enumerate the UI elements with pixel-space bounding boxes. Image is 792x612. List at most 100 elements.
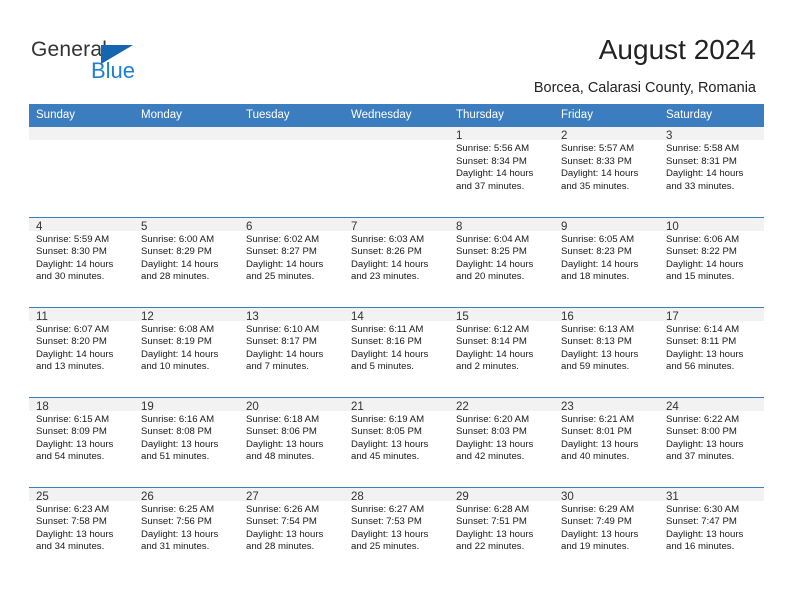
calendar-day-cell[interactable]: 27 Sunrise: 6:26 AM Sunset: 7:54 PM Dayligh… bbox=[239, 486, 344, 577]
daylight-duration-line2: and 2 minutes. bbox=[456, 361, 519, 373]
sunrise-time: Sunrise: 6:06 AM bbox=[666, 233, 740, 245]
calendar-day-cell[interactable]: 13 Sunrise: 6:10 AM Sunset: 8:17 PM Dayligh… bbox=[239, 306, 344, 397]
day-details: Sunrise: 6:26 AM Sunset: 7:54 PM Daylight:… bbox=[239, 501, 344, 554]
daylight-duration-line2: and 37 minutes. bbox=[456, 180, 525, 192]
daylight-duration-line1: Daylight: 14 hours bbox=[561, 258, 639, 270]
day-number: 8 bbox=[449, 217, 554, 233]
day-number bbox=[29, 127, 134, 140]
daylight-duration-line1: Daylight: 13 hours bbox=[141, 438, 219, 450]
day-number: 28 bbox=[344, 487, 449, 503]
sunset-time: Sunset: 7:58 PM bbox=[36, 516, 107, 528]
daylight-duration-line2: and 34 minutes. bbox=[36, 541, 105, 553]
daylight-duration-line2: and 31 minutes. bbox=[141, 541, 210, 553]
day-number: 30 bbox=[554, 487, 659, 503]
calendar-day-cell[interactable]: 12 Sunrise: 6:08 AM Sunset: 8:19 PM Dayligh… bbox=[134, 306, 239, 397]
sunrise-time: Sunrise: 6:11 AM bbox=[351, 323, 424, 335]
day-details: Sunrise: 6:21 AM Sunset: 8:01 PM Daylight:… bbox=[554, 411, 659, 464]
daylight-duration-line1: Daylight: 14 hours bbox=[246, 348, 324, 360]
daylight-duration-line2: and 28 minutes. bbox=[246, 541, 315, 553]
daylight-duration-line1: Daylight: 13 hours bbox=[561, 438, 639, 450]
daylight-duration-line1: Daylight: 13 hours bbox=[141, 528, 219, 540]
logo-text-blue: Blue bbox=[91, 58, 136, 83]
calendar-day-cell[interactable]: 21 Sunrise: 6:19 AM Sunset: 8:05 PM Dayligh… bbox=[344, 396, 449, 487]
day-number: 12 bbox=[134, 307, 239, 323]
day-number: 6 bbox=[239, 217, 344, 233]
calendar-day-cell[interactable]: 4 Sunrise: 5:59 AM Sunset: 8:30 PM Daylight… bbox=[29, 216, 134, 307]
day-details: Sunrise: 5:57 AM Sunset: 8:33 PM Daylight:… bbox=[554, 140, 659, 193]
daylight-duration-line1: Daylight: 13 hours bbox=[456, 438, 534, 450]
daylight-duration-line2: and 20 minutes. bbox=[456, 271, 525, 283]
calendar-day-cell-empty bbox=[239, 127, 344, 217]
calendar-day-cell-empty bbox=[134, 127, 239, 217]
sunset-time: Sunset: 7:53 PM bbox=[351, 516, 422, 528]
sunrise-time: Sunrise: 6:16 AM bbox=[141, 413, 215, 425]
daylight-duration-line1: Daylight: 14 hours bbox=[246, 258, 324, 270]
calendar-day-cell[interactable]: 10 Sunrise: 6:06 AM Sunset: 8:22 PM Dayligh… bbox=[659, 216, 764, 307]
day-details: Sunrise: 5:59 AM Sunset: 8:30 PM Daylight:… bbox=[29, 231, 134, 284]
daylight-duration-line2: and 54 minutes. bbox=[36, 451, 105, 463]
day-number: 31 bbox=[659, 487, 764, 503]
sunset-time: Sunset: 8:33 PM bbox=[561, 155, 632, 167]
sunset-time: Sunset: 8:14 PM bbox=[456, 336, 527, 348]
sunset-time: Sunset: 8:08 PM bbox=[141, 426, 212, 438]
calendar-day-cell[interactable]: 31 Sunrise: 6:30 AM Sunset: 7:47 PM Dayligh… bbox=[659, 486, 764, 577]
calendar-day-cell[interactable]: 16 Sunrise: 6:13 AM Sunset: 8:13 PM Dayligh… bbox=[554, 306, 659, 397]
daylight-duration-line1: Daylight: 13 hours bbox=[666, 438, 744, 450]
calendar-day-cell[interactable]: 25 Sunrise: 6:23 AM Sunset: 7:58 PM Dayligh… bbox=[29, 486, 134, 577]
daylight-duration-line2: and 45 minutes. bbox=[351, 451, 420, 463]
sunset-time: Sunset: 8:27 PM bbox=[246, 246, 317, 258]
calendar-day-cell[interactable]: 23 Sunrise: 6:21 AM Sunset: 8:01 PM Dayligh… bbox=[554, 396, 659, 487]
daylight-duration-line2: and 33 minutes. bbox=[666, 180, 735, 192]
day-number bbox=[134, 127, 239, 140]
day-details: Sunrise: 6:11 AM Sunset: 8:16 PM Daylight:… bbox=[344, 321, 449, 374]
calendar-day-cell[interactable]: 30 Sunrise: 6:29 AM Sunset: 7:49 PM Dayligh… bbox=[554, 486, 659, 577]
calendar-day-cell[interactable]: 28 Sunrise: 6:27 AM Sunset: 7:53 PM Dayligh… bbox=[344, 486, 449, 577]
day-number: 26 bbox=[134, 487, 239, 503]
calendar-day-cell[interactable]: 26 Sunrise: 6:25 AM Sunset: 7:56 PM Dayligh… bbox=[134, 486, 239, 577]
sunset-time: Sunset: 7:47 PM bbox=[666, 516, 737, 528]
calendar-day-cell[interactable]: 19 Sunrise: 6:16 AM Sunset: 8:08 PM Dayligh… bbox=[134, 396, 239, 487]
day-details: Sunrise: 6:20 AM Sunset: 8:03 PM Daylight:… bbox=[449, 411, 554, 464]
calendar-day-cell[interactable]: 17 Sunrise: 6:14 AM Sunset: 8:11 PM Dayligh… bbox=[659, 306, 764, 397]
calendar-day-cell[interactable]: 6 Sunrise: 6:02 AM Sunset: 8:27 PM Daylight… bbox=[239, 216, 344, 307]
sunset-time: Sunset: 8:00 PM bbox=[666, 426, 737, 438]
day-number: 4 bbox=[29, 217, 134, 233]
daylight-duration-line1: Daylight: 14 hours bbox=[141, 258, 219, 270]
calendar-page: General Blue August 2024 Borcea, Calaras… bbox=[0, 0, 792, 612]
calendar-day-cell[interactable]: 2 Sunrise: 5:57 AM Sunset: 8:33 PM Daylight… bbox=[554, 127, 659, 217]
calendar-day-cell[interactable]: 9 Sunrise: 6:05 AM Sunset: 8:23 PM Daylight… bbox=[554, 216, 659, 307]
sunset-time: Sunset: 8:01 PM bbox=[561, 426, 632, 438]
calendar-day-cell[interactable]: 29 Sunrise: 6:28 AM Sunset: 7:51 PM Dayligh… bbox=[449, 486, 554, 577]
day-number: 15 bbox=[449, 307, 554, 323]
sunrise-time: Sunrise: 6:00 AM bbox=[141, 233, 215, 245]
day-details: Sunrise: 6:30 AM Sunset: 7:47 PM Daylight:… bbox=[659, 501, 764, 554]
sunset-time: Sunset: 8:34 PM bbox=[456, 155, 527, 167]
day-number: 25 bbox=[29, 487, 134, 503]
sunrise-time: Sunrise: 6:12 AM bbox=[456, 323, 530, 335]
calendar-day-cell[interactable]: 8 Sunrise: 6:04 AM Sunset: 8:25 PM Daylight… bbox=[449, 216, 554, 307]
page-subtitle: Borcea, Calarasi County, Romania bbox=[533, 80, 756, 96]
daylight-duration-line2: and 51 minutes. bbox=[141, 451, 210, 463]
sunset-time: Sunset: 8:03 PM bbox=[456, 426, 527, 438]
day-details: Sunrise: 6:04 AM Sunset: 8:25 PM Daylight:… bbox=[449, 231, 554, 284]
sunrise-time: Sunrise: 6:05 AM bbox=[561, 233, 635, 245]
calendar-day-cell[interactable]: 24 Sunrise: 6:22 AM Sunset: 8:00 PM Dayligh… bbox=[659, 396, 764, 487]
calendar-day-cell[interactable]: 7 Sunrise: 6:03 AM Sunset: 8:26 PM Daylight… bbox=[344, 216, 449, 307]
calendar-day-cell[interactable]: 3 Sunrise: 5:58 AM Sunset: 8:31 PM Daylight… bbox=[659, 127, 764, 217]
weekday-header-saturday: Saturday bbox=[659, 104, 764, 127]
general-blue-logo[interactable]: General Blue bbox=[31, 38, 251, 88]
calendar-day-cell[interactable]: 20 Sunrise: 6:18 AM Sunset: 8:06 PM Dayligh… bbox=[239, 396, 344, 487]
calendar-day-cell[interactable]: 14 Sunrise: 6:11 AM Sunset: 8:16 PM Dayligh… bbox=[344, 306, 449, 397]
calendar-day-cell[interactable]: 1 Sunrise: 5:56 AM Sunset: 8:34 PM Daylight… bbox=[449, 127, 554, 217]
daylight-duration-line1: Daylight: 13 hours bbox=[351, 528, 429, 540]
calendar-day-cell[interactable]: 5 Sunrise: 6:00 AM Sunset: 8:29 PM Daylight… bbox=[134, 216, 239, 307]
calendar-day-cell[interactable]: 22 Sunrise: 6:20 AM Sunset: 8:03 PM Dayligh… bbox=[449, 396, 554, 487]
calendar-day-cell[interactable]: 11 Sunrise: 6:07 AM Sunset: 8:20 PM Dayligh… bbox=[29, 306, 134, 397]
calendar-day-cell[interactable]: 15 Sunrise: 6:12 AM Sunset: 8:14 PM Dayligh… bbox=[449, 306, 554, 397]
page-header: General Blue August 2024 Borcea, Calaras… bbox=[0, 0, 792, 104]
daylight-duration-line2: and 25 minutes. bbox=[246, 271, 315, 283]
calendar-day-cell[interactable]: 18 Sunrise: 6:15 AM Sunset: 8:09 PM Dayligh… bbox=[29, 396, 134, 487]
weekday-header-sunday: Sunday bbox=[29, 104, 134, 127]
sunset-time: Sunset: 7:56 PM bbox=[141, 516, 212, 528]
sunset-time: Sunset: 8:29 PM bbox=[141, 246, 212, 258]
